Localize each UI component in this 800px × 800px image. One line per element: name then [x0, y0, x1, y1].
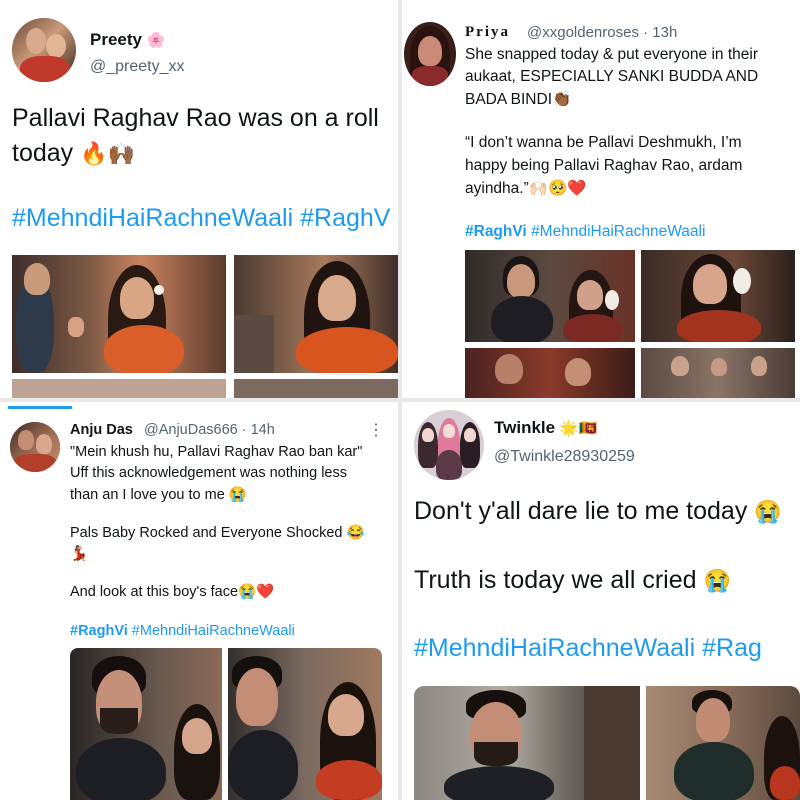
fire-icon: 🔥🙌🏾	[80, 141, 135, 166]
display-name: Anju Das	[70, 422, 133, 438]
display-name: Preety	[90, 30, 142, 49]
media-image[interactable]	[465, 348, 635, 398]
tweet-text-line: "Mein khush hu, Pallavi Raghav Rao ban k…	[70, 444, 363, 460]
tweet-text-line: Uff this acknowledgement was nothing les…	[70, 465, 347, 481]
handle-row: @AnjuDas666 · 14h	[144, 422, 275, 438]
tweet-text-line: 💃🏽	[70, 545, 88, 562]
collage-divider	[0, 398, 800, 402]
tweet-text: Truth is today we all cried	[414, 566, 697, 594]
hashtag-link[interactable]: #RaghVi	[70, 623, 128, 639]
media-image[interactable]	[12, 255, 226, 373]
media-image[interactable]	[414, 686, 640, 800]
media-image[interactable]	[12, 379, 226, 398]
tweet-text-line: She snapped today & put everyone in thei…	[465, 46, 758, 63]
tweet-text: BADA BINDI	[465, 91, 552, 108]
hashtags[interactable]: #MehndiHaiRachneWaali #RaghV	[12, 204, 390, 233]
media-image[interactable]	[641, 348, 795, 398]
tweet-twinkle[interactable]: Twinkle 🌟🇱🇰 @Twinkle28930259 Don't y'all…	[402, 402, 800, 800]
media-image[interactable]	[70, 648, 222, 800]
tweet-text-line: than an I love you to me 😭	[70, 486, 247, 503]
tweet-text-line: aukaat, ESPECIALLY SANKI BUDDA AND	[465, 68, 759, 85]
avatar[interactable]	[404, 22, 456, 86]
crying-face-icon: 😭	[228, 487, 247, 503]
laughing-face-icon: 😂	[346, 525, 365, 541]
more-options-icon[interactable]: ⋮	[368, 420, 384, 440]
tweet-text-line: Pallavi Raghav Rao was on a roll	[12, 104, 379, 132]
tweet-media[interactable]	[414, 686, 800, 800]
media-image[interactable]	[228, 648, 382, 800]
handle-row: @xxgoldenroses · 13h	[527, 24, 677, 41]
heart-icon: 😭❤️	[238, 584, 275, 600]
user-handle[interactable]: @xxgoldenroses	[527, 24, 639, 41]
tweet-text-line: “I don’t wanna be Pallavi Deshmukh, I’m	[465, 134, 742, 151]
blossom-icon: 🌸	[146, 32, 166, 49]
crying-face-icon: 😭	[754, 499, 782, 524]
display-name: Twinkle	[494, 418, 556, 437]
crying-face-icon: 😭	[703, 568, 731, 593]
media-image[interactable]	[234, 379, 398, 398]
tweet-text-line: And look at this boy's face😭❤️	[70, 583, 274, 600]
tweet-text-line: Pals Baby Rocked and Everyone Shocked 😂	[70, 524, 365, 541]
user-name[interactable]: Priya	[465, 24, 510, 41]
tweet-text-line: Don't y'all dare lie to me today 😭	[414, 497, 782, 526]
timestamp[interactable]: · 14h	[242, 422, 275, 438]
tweet-text: Don't y'all dare lie to me today	[414, 497, 748, 525]
user-handle[interactable]: @_preety_xx	[90, 58, 185, 76]
hashtag-link[interactable]: #MehndiHaiRachneWaali	[132, 623, 295, 639]
tweet-media[interactable]	[70, 648, 382, 800]
hashtags[interactable]: #MehndiHaiRachneWaali #Rag	[414, 634, 762, 663]
hashtags: #RaghVi #MehndiHaiRachneWaali	[465, 223, 705, 241]
avatar[interactable]	[414, 410, 484, 480]
timestamp[interactable]: · 13h	[643, 24, 677, 41]
tweet-text-line: happy being Pallavi Raghav Rao, ardam	[465, 157, 743, 174]
media-image[interactable]	[641, 250, 795, 342]
tweet-text: ayindha.”	[465, 180, 529, 197]
tweet-text-line: BADA BINDI👏🏾	[465, 90, 571, 109]
tweet-text: than an I love you to me	[70, 487, 225, 503]
tab-indicator	[8, 406, 72, 409]
avatar[interactable]	[10, 422, 60, 472]
tweet-text-line: Truth is today we all cried 😭	[414, 566, 731, 595]
display-name: Priya	[465, 24, 510, 40]
hashtag-link[interactable]: #RaghVi	[465, 223, 527, 240]
hashtags: #RaghVi #MehndiHaiRachneWaali	[70, 623, 295, 639]
dancer-icon: 💃🏽	[70, 546, 89, 562]
tweet-media[interactable]	[465, 250, 795, 398]
hashtag-link[interactable]: #MehndiHaiRachneWaali	[531, 223, 705, 240]
tweet-text: And look at this boy's face	[70, 584, 239, 600]
user-name[interactable]: Anju Das	[70, 422, 133, 438]
user-handle[interactable]: @Twinkle28930259	[494, 448, 635, 466]
star-flag-icon: 🌟🇱🇰	[559, 420, 598, 437]
media-image[interactable]	[465, 250, 635, 342]
user-name[interactable]: Preety 🌸	[90, 30, 165, 50]
tweet-anju[interactable]: Anju Das @AnjuDas666 · 14h ⋮ "Mein khush…	[0, 402, 398, 800]
tweet-preety[interactable]: Preety 🌸 @_preety_xx Pallavi Raghav Rao …	[0, 0, 398, 398]
heart-icon: 🙌🏻🥺❤️	[528, 180, 587, 197]
tweet-text-line: ayindha.”🙌🏻🥺❤️	[465, 179, 587, 198]
tweet-media[interactable]	[12, 255, 398, 398]
user-handle[interactable]: @AnjuDas666	[144, 422, 238, 438]
user-name[interactable]: Twinkle 🌟🇱🇰	[494, 418, 597, 438]
tweet-priya[interactable]: Priya @xxgoldenroses · 13h She snapped t…	[402, 0, 800, 398]
tweet-text: today	[12, 139, 74, 167]
media-image[interactable]	[234, 255, 398, 373]
media-image[interactable]	[646, 686, 800, 800]
clap-icon: 👏🏾	[552, 91, 572, 108]
avatar[interactable]	[12, 18, 76, 82]
tweet-text: Pals Baby Rocked and Everyone Shocked	[70, 525, 343, 541]
tweet-text-line: today 🔥🙌🏾	[12, 139, 135, 168]
